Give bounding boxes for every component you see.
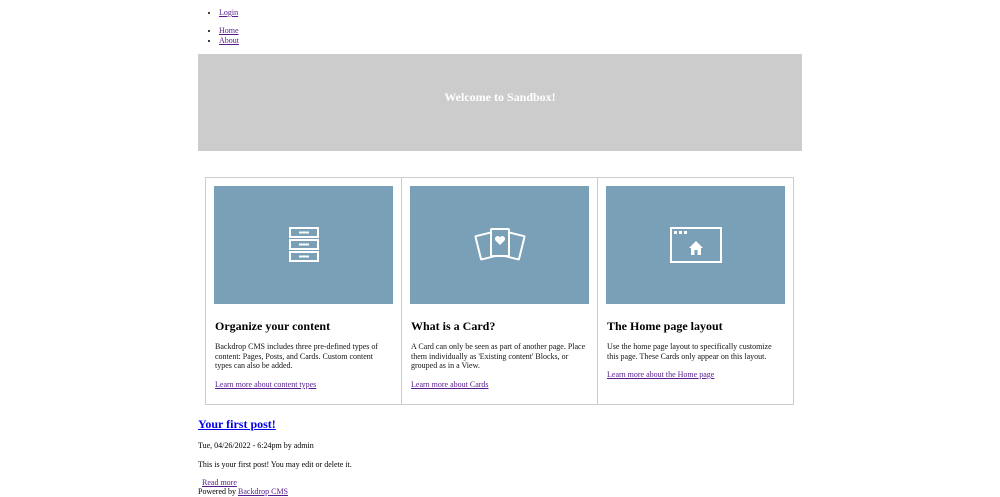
post-title-link[interactable]: Your first post! (198, 417, 276, 431)
menu-item-about: About (219, 36, 239, 46)
card-title: The Home page layout (607, 319, 723, 333)
footer: Powered by Backdrop CMS (198, 487, 288, 497)
card-image (410, 186, 589, 304)
card-link[interactable]: Learn more about the Home page (607, 370, 714, 380)
card-link[interactable]: Learn more about Cards (411, 380, 489, 390)
cards-row: Organize your content Backdrop CMS inclu… (205, 177, 794, 405)
card-link[interactable]: Learn more about content types (215, 380, 316, 390)
post-meta: Tue, 04/26/2022 - 6:24pm by admin (198, 441, 314, 450)
browser-home-icon (669, 227, 722, 263)
menu-item-login: Login (219, 8, 238, 18)
menu-item-home: Home (219, 26, 239, 36)
file-cabinet-icon (288, 227, 319, 262)
cards-heart-icon (474, 228, 525, 261)
backdrop-cms-link[interactable]: Backdrop CMS (238, 487, 288, 496)
card-text: A Card can only be seen as part of anoth… (411, 342, 586, 371)
card-title: What is a Card? (411, 319, 496, 333)
login-link[interactable]: Login (219, 8, 238, 17)
main-menu: Home About (219, 26, 239, 46)
card-title: Organize your content (215, 319, 331, 333)
hero-banner: Welcome to Sandbox! (198, 54, 802, 151)
footer-text: Powered by (198, 487, 236, 496)
post-body: This is your first post! You may edit or… (198, 460, 352, 469)
card-text: Backdrop CMS includes three pre-defined … (215, 342, 379, 371)
card-content-types: Organize your content Backdrop CMS inclu… (206, 178, 401, 404)
hero-title: Welcome to Sandbox! (444, 90, 556, 105)
card-text: Use the home page layout to specifically… (607, 342, 772, 361)
home-link[interactable]: Home (219, 26, 239, 35)
about-link[interactable]: About (219, 36, 239, 45)
card-image (606, 186, 785, 304)
user-menu: Login (219, 8, 238, 18)
post-title: Your first post! (198, 417, 276, 431)
card-what-is-card: What is a Card? A Card can only be seen … (401, 178, 597, 404)
card-home-layout: The Home page layout Use the home page l… (597, 178, 793, 404)
card-image (214, 186, 393, 304)
